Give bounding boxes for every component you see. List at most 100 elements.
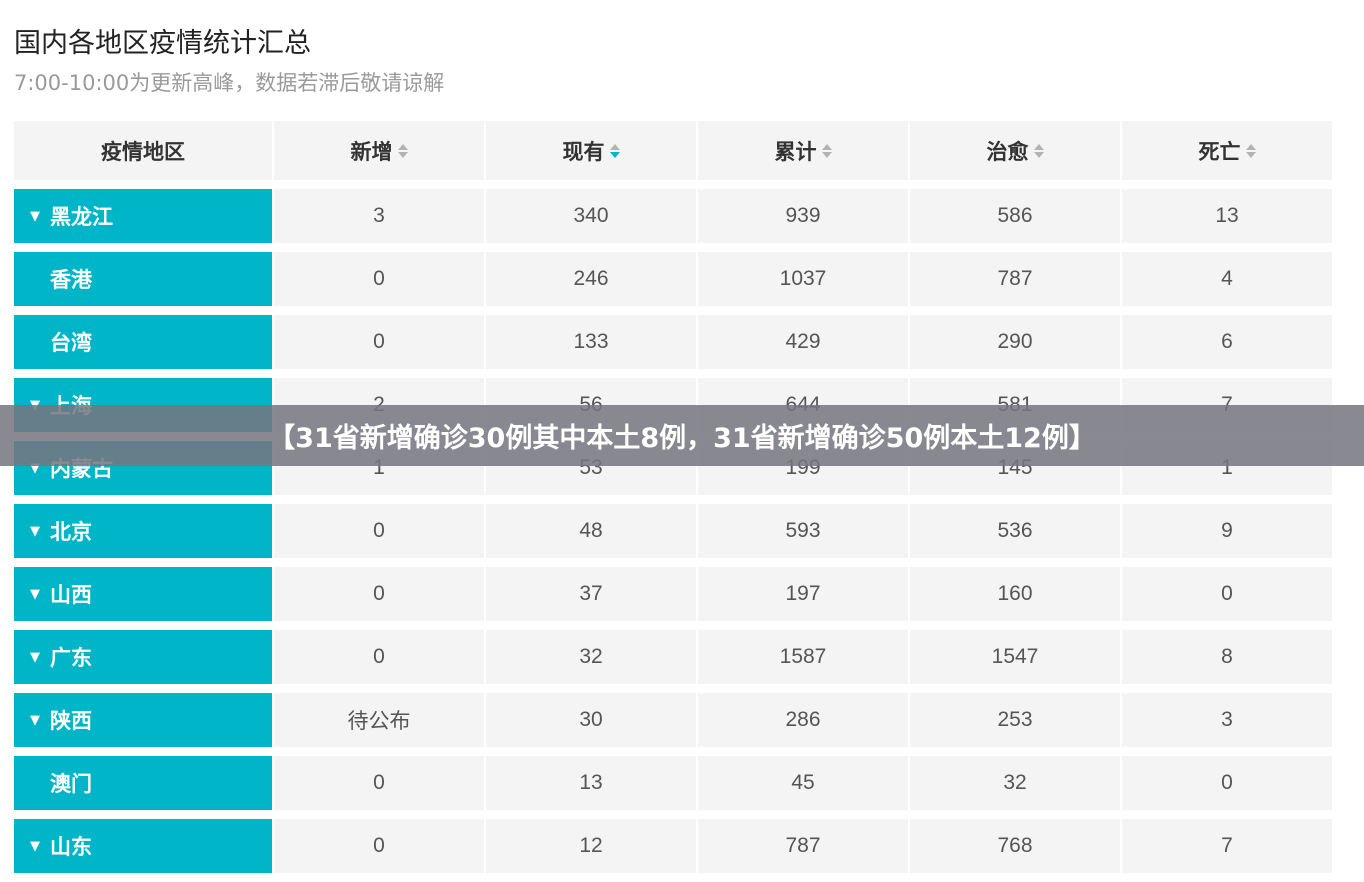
expand-triangle-icon[interactable]: ▼ — [30, 587, 50, 602]
header-current[interactable]: 现有 — [486, 121, 696, 180]
cured-cell: 32 — [910, 756, 1120, 810]
table-row[interactable]: ▼台湾01334292906 — [14, 315, 1335, 369]
sort-icon[interactable] — [1033, 143, 1044, 158]
expand-triangle-icon[interactable]: ▼ — [30, 713, 50, 728]
region-cell[interactable]: ▼香港 — [14, 252, 272, 306]
current-cell: 340 — [486, 189, 696, 243]
expand-triangle-icon[interactable]: ▼ — [30, 524, 50, 539]
cured-cell: 290 — [910, 315, 1120, 369]
cured-cell: 1547 — [910, 630, 1120, 684]
total-cell: 429 — [698, 315, 908, 369]
cured-cell: 160 — [910, 567, 1120, 621]
sort-icon[interactable] — [1245, 143, 1256, 158]
cured-cell: 787 — [910, 252, 1120, 306]
header-current-label: 现有 — [562, 139, 605, 164]
header-cured-label: 治愈 — [986, 139, 1029, 164]
news-banner[interactable]: 【31省新增确诊30例其中本土8例，31省新增确诊50例本土12例】 — [0, 405, 1364, 466]
cured-cell: 768 — [910, 819, 1120, 873]
region-cell[interactable]: ▼ 山东 — [14, 819, 272, 873]
table-row[interactable]: ▼ 陕西 待公布 30 286 253 3 — [14, 693, 1335, 747]
deaths-cell: 3 — [1122, 693, 1332, 747]
table-row[interactable]: ▼ 广东 0 32 1587 1547 8 — [14, 630, 1335, 684]
new-cell: 0 — [274, 252, 484, 306]
region-cell[interactable]: ▼ 陕西 — [14, 693, 272, 747]
header-new-label: 新增 — [350, 139, 393, 164]
table-row[interactable]: ▼ 北京 0 48 593 536 9 — [14, 504, 1335, 558]
deaths-cell: 13 — [1122, 189, 1332, 243]
header-cured[interactable]: 治愈 — [910, 121, 1120, 180]
expand-triangle-icon[interactable]: ▼ — [30, 209, 50, 224]
new-cell: 0 — [274, 630, 484, 684]
new-cell: 0 — [274, 819, 484, 873]
deaths-cell: 8 — [1122, 630, 1332, 684]
region-cell[interactable]: ▼台湾 — [14, 315, 272, 369]
region-cell[interactable]: ▼ 北京 — [14, 504, 272, 558]
deaths-cell: 0 — [1122, 756, 1332, 810]
page-subtitle: 7:00-10:00为更新高峰，数据若滞后敬请谅解 — [14, 71, 445, 95]
current-cell: 246 — [486, 252, 696, 306]
new-cell: 待公布 — [274, 693, 484, 747]
deaths-cell: 7 — [1122, 819, 1332, 873]
deaths-cell: 9 — [1122, 504, 1332, 558]
expand-triangle-icon[interactable]: ▼ — [30, 839, 50, 854]
current-cell: 13 — [486, 756, 696, 810]
page-title: 国内各地区疫情统计汇总 — [14, 28, 311, 59]
region-name: 澳门 — [50, 772, 92, 796]
region-name: 北京 — [50, 520, 92, 544]
region-name: 山西 — [50, 583, 92, 607]
table-body: ▼黑龙江334093958613▼香港024610377874▼台湾013342… — [14, 189, 1335, 873]
region-cell[interactable]: ▼ 山西 — [14, 567, 272, 621]
current-cell: 12 — [486, 819, 696, 873]
deaths-cell: 6 — [1122, 315, 1332, 369]
table-row[interactable]: ▼ 黑龙江 3 340 939 586 13 — [14, 189, 1335, 243]
table-row[interactable]: ▼ 山东 0 12 787 768 7 — [14, 819, 1335, 873]
cured-cell: 586 — [910, 189, 1120, 243]
total-cell: 286 — [698, 693, 908, 747]
new-cell: 0 — [274, 504, 484, 558]
total-cell: 45 — [698, 756, 908, 810]
expand-triangle-icon[interactable]: ▼ — [30, 650, 50, 665]
deaths-cell: 0 — [1122, 567, 1332, 621]
header-deaths[interactable]: 死亡 — [1122, 121, 1332, 180]
sort-icon[interactable] — [609, 143, 620, 158]
current-cell: 37 — [486, 567, 696, 621]
total-cell: 197 — [698, 567, 908, 621]
current-cell: 32 — [486, 630, 696, 684]
new-cell: 0 — [274, 315, 484, 369]
region-name: 陕西 — [50, 709, 92, 733]
region-name: 香港 — [50, 268, 92, 292]
header-deaths-label: 死亡 — [1198, 139, 1241, 164]
table-header: 疫情地区 新增 现有 累计 治愈 死亡 — [14, 121, 1335, 180]
total-cell: 939 — [698, 189, 908, 243]
header-region-label: 疫情地区 — [101, 139, 185, 164]
current-cell: 48 — [486, 504, 696, 558]
region-name: 台湾 — [50, 331, 92, 355]
header-region: 疫情地区 — [14, 121, 272, 180]
total-cell: 1037 — [698, 252, 908, 306]
region-name: 黑龙江 — [50, 205, 113, 229]
sort-icon[interactable] — [821, 143, 832, 158]
header-total-label: 累计 — [774, 139, 817, 164]
cured-cell: 253 — [910, 693, 1120, 747]
table-row[interactable]: ▼ 山西 0 37 197 160 0 — [14, 567, 1335, 621]
new-cell: 0 — [274, 567, 484, 621]
region-cell[interactable]: ▼ 广东 — [14, 630, 272, 684]
table-row[interactable]: ▼香港024610377874 — [14, 252, 1335, 306]
sort-icon[interactable] — [397, 143, 408, 158]
total-cell: 1587 — [698, 630, 908, 684]
epidemic-table: 疫情地区 新增 现有 累计 治愈 死亡 ▼黑龙江334093958613▼香港0… — [14, 121, 1335, 882]
total-cell: 787 — [698, 819, 908, 873]
current-cell: 133 — [486, 315, 696, 369]
region-cell[interactable]: ▼ 黑龙江 — [14, 189, 272, 243]
header-total[interactable]: 累计 — [698, 121, 908, 180]
total-cell: 593 — [698, 504, 908, 558]
region-name: 广东 — [50, 646, 92, 670]
new-cell: 3 — [274, 189, 484, 243]
deaths-cell: 4 — [1122, 252, 1332, 306]
header-new[interactable]: 新增 — [274, 121, 484, 180]
cured-cell: 536 — [910, 504, 1120, 558]
table-row[interactable]: ▼澳门01345320 — [14, 756, 1335, 810]
region-name: 山东 — [50, 835, 92, 859]
current-cell: 30 — [486, 693, 696, 747]
region-cell[interactable]: ▼澳门 — [14, 756, 272, 810]
